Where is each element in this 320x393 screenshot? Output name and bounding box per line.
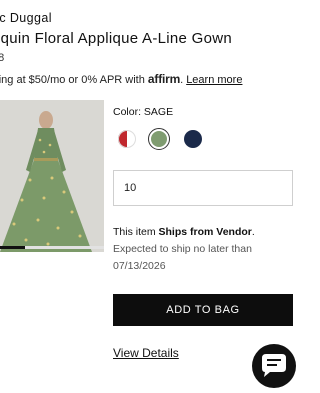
financing-suffix: . bbox=[180, 74, 184, 86]
product-price: 98 bbox=[0, 52, 5, 64]
financing-message: rting at $50/mo or 0% APR with affirm. L… bbox=[0, 72, 242, 86]
swatch-navy[interactable] bbox=[184, 130, 202, 148]
gallery-progress-bar bbox=[0, 246, 104, 249]
swatch-sage[interactable] bbox=[148, 128, 170, 150]
ship-expected-date: 07/13/2026 bbox=[113, 260, 166, 272]
quantity-select[interactable]: 10 bbox=[113, 170, 293, 206]
ship-expected-text: Expected to ship no later than bbox=[113, 243, 252, 255]
chat-icon bbox=[262, 354, 286, 377]
gown-photo bbox=[0, 100, 104, 252]
learn-more-link[interactable]: Learn more bbox=[186, 74, 242, 86]
shipping-vendor: Ships from Vendor bbox=[158, 226, 252, 238]
swatch-navy-circle bbox=[184, 130, 202, 148]
financing-text: rting at $50/mo or 0% APR with bbox=[0, 74, 145, 86]
affirm-logo: affirm bbox=[147, 72, 181, 86]
shipping-info: This item Ships from Vendor. bbox=[113, 226, 255, 238]
shipping-prefix: This item bbox=[113, 226, 159, 238]
view-details-link[interactable]: View Details bbox=[113, 346, 179, 360]
color-label: Color: SAGE bbox=[113, 106, 174, 118]
brand-name: ac Duggal bbox=[0, 11, 52, 25]
swatch-sage-circle bbox=[151, 131, 167, 147]
swatch-red-white[interactable] bbox=[118, 130, 136, 148]
chat-button[interactable] bbox=[252, 344, 296, 388]
product-image[interactable] bbox=[0, 100, 104, 252]
add-to-bag-button[interactable]: ADD TO BAG bbox=[113, 294, 293, 326]
swatch-red-white-circle bbox=[118, 130, 136, 148]
product-title: equin Floral Applique A-Line Gown bbox=[0, 30, 233, 47]
shipping-suffix: . bbox=[251, 226, 255, 238]
gallery-progress-fill bbox=[0, 246, 25, 249]
